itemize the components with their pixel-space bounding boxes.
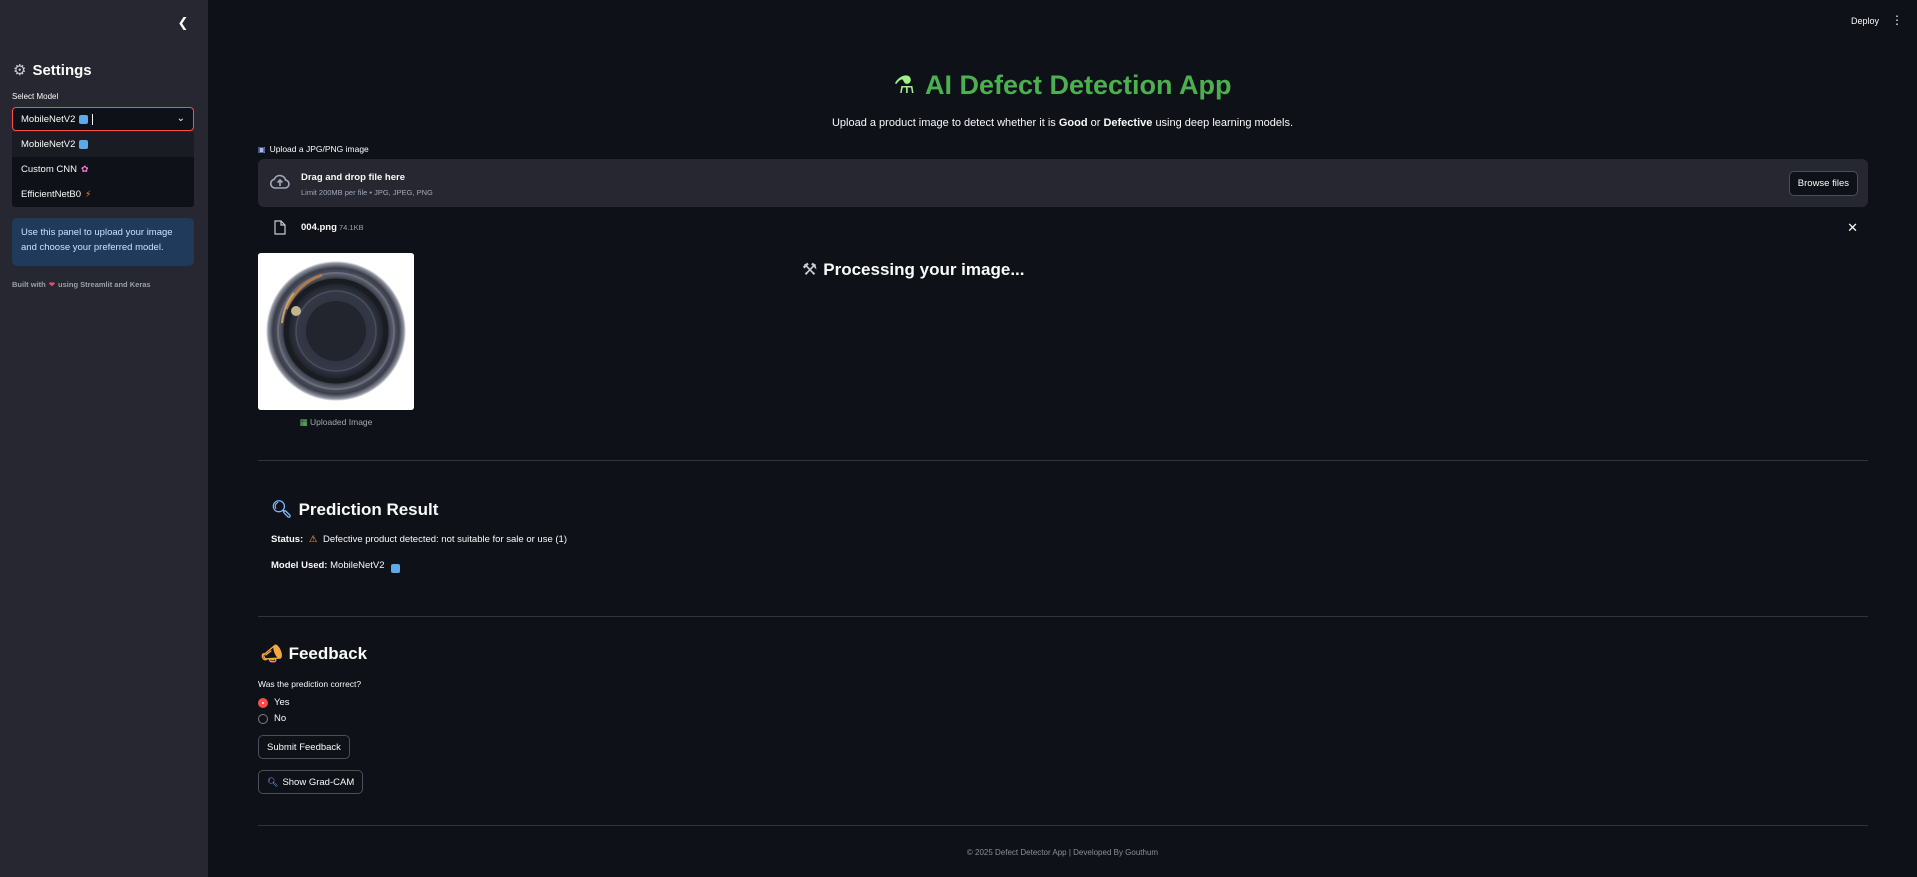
radio-yes[interactable]: Yes — [258, 697, 290, 708]
abc-tag-icon: ​ — [79, 140, 89, 149]
abc-tag-icon: ​ — [391, 564, 401, 573]
feedback-title-text: Feedback — [288, 644, 368, 663]
status-label: Status: — [271, 534, 304, 545]
megaphone-icon: 📣︎ — [261, 644, 283, 663]
divider — [258, 616, 1868, 617]
limit-text: Limit 200MB per file • JPG, JPEG, PNG — [301, 188, 433, 197]
file-size: 74.1KB — [339, 223, 364, 232]
prediction-title: 🔍︎ Prediction Result — [271, 500, 438, 520]
tools-icon: ⚒ — [802, 260, 818, 279]
show-gradcam-label: Show Grad-CAM — [282, 776, 355, 788]
divider — [258, 825, 1868, 826]
sidebar-title: ⚙ Settings — [13, 61, 92, 80]
radio-yes-label: Yes — [274, 697, 290, 708]
file-name: 004.png — [301, 222, 337, 233]
show-gradcam-button[interactable]: 🔍︎ Show Grad-CAM — [258, 770, 364, 794]
warning-icon: ⚠ — [308, 534, 318, 545]
model-select-value: MobileNetV2 — [21, 113, 76, 125]
submit-feedback-button[interactable]: Submit Feedback — [258, 735, 350, 759]
gear-icon: ⚙ — [13, 62, 27, 79]
deploy-button[interactable]: Deploy — [1851, 16, 1879, 26]
model-used-value: MobileNetV2 — [330, 560, 385, 571]
processing-text: Processing your image... — [823, 260, 1025, 279]
sidebar-title-text: Settings — [32, 61, 92, 79]
radio-indicator-selected[interactable] — [258, 697, 268, 708]
option-label: Custom CNN — [21, 164, 77, 175]
built-suffix: using Streamlit and Keras — [58, 280, 151, 289]
browse-files-button[interactable]: Browse files — [1788, 171, 1858, 196]
page-subtitle: Upload a product image to detect whether… — [208, 117, 1917, 129]
option-label: MobileNetV2 — [21, 139, 76, 150]
dropdown-option-mobilenetv2[interactable]: MobileNetV2 ​ — [12, 132, 194, 157]
text-cursor — [92, 113, 94, 125]
upload-label: ▣ Upload a JPG/PNG image — [258, 144, 369, 154]
divider — [258, 460, 1868, 461]
subtitle-good: Good — [1058, 117, 1088, 129]
page-title: ⚗ AI Defect Detection App — [208, 70, 1917, 101]
model-used: Model Used: MobileNetV2 ​ — [271, 560, 401, 573]
magnifier-icon: 🔍︎ — [267, 776, 279, 787]
feedback-title: 📣︎ Feedback — [261, 644, 367, 664]
subtitle-prefix: Upload a product image to detect whether… — [831, 117, 1056, 129]
image-file-icon: ▣ — [258, 144, 266, 154]
sidebar: ❮ ⚙ Settings Select Model MobileNetV2 ​ … — [0, 0, 208, 877]
subtitle-defective: Defective — [1103, 117, 1153, 129]
info-box: Use this panel to upload your image and … — [12, 218, 194, 266]
uploaded-image — [258, 253, 414, 410]
model-dropdown: MobileNetV2 ​ Custom CNN ✿ EfficientNetB… — [12, 132, 194, 207]
model-select[interactable]: MobileNetV2 ​ ⌄ — [12, 107, 194, 131]
image-caption-text: Uploaded Image — [310, 417, 373, 427]
model-used-label: Model Used: — [271, 560, 328, 571]
status-text: Defective product detected: not suitable… — [323, 534, 567, 545]
chevron-left-icon[interactable]: ❮ — [176, 15, 190, 30]
image-caption: ▦ Uploaded Image — [258, 417, 414, 428]
prediction-status: Status: ⚠ Defective product detected: no… — [271, 534, 567, 545]
lens-image — [258, 253, 414, 410]
dropdown-option-custom-cnn[interactable]: Custom CNN ✿ — [12, 157, 194, 182]
radio-no-label: No — [274, 713, 287, 724]
brain-icon: ✿ — [80, 164, 89, 174]
footer: © 2025 Defect Detector App | Developed B… — [966, 848, 1159, 857]
magnifier-icon: 🔍︎ — [271, 500, 293, 519]
radio-no[interactable]: No — [258, 713, 286, 724]
file-dropzone[interactable]: Drag and drop file here Limit 200MB per … — [258, 159, 1868, 207]
lightning-icon: ⚡ — [85, 189, 92, 199]
uploaded-file-row: 004.png 74.1KB ✕ — [258, 220, 1868, 238]
submit-feedback-label: Submit Feedback — [267, 741, 341, 753]
subtitle-suffix: using deep learning models. — [1155, 117, 1294, 129]
built-with-note: Built with ❤ using Streamlit and Keras — [12, 280, 151, 289]
subtitle-or: or — [1090, 117, 1101, 129]
abc-tag-icon: ​ — [79, 114, 89, 124]
drop-text: Drag and drop file here — [301, 172, 405, 183]
select-model-label: Select Model — [12, 92, 59, 101]
chevron-down-icon[interactable]: ⌄ — [177, 113, 185, 124]
dropdown-option-efficientnetb0[interactable]: EfficientNetB0 ⚡ — [12, 182, 194, 207]
built-prefix: Built with — [12, 280, 46, 289]
page-title-text: AI Defect Detection App — [924, 70, 1232, 100]
cloud-upload-icon — [269, 174, 290, 189]
feedback-question: Was the prediction correct? — [258, 679, 362, 689]
test-tube-icon: ⚗ — [893, 72, 915, 99]
prediction-title-text: Prediction Result — [298, 500, 439, 519]
processing-status: ⚒ Processing your image... — [802, 260, 1025, 280]
close-icon[interactable]: ✕ — [1847, 220, 1858, 236]
option-label: EfficientNetB0 — [21, 189, 82, 200]
heart-icon: ❤ — [48, 280, 56, 289]
upload-label-text: Upload a JPG/PNG image — [269, 144, 369, 154]
radio-indicator[interactable] — [258, 713, 268, 724]
file-icon — [274, 220, 286, 235]
picture-icon: ▦ — [299, 417, 308, 427]
kebab-menu-icon[interactable]: ⋮ — [1891, 13, 1903, 27]
